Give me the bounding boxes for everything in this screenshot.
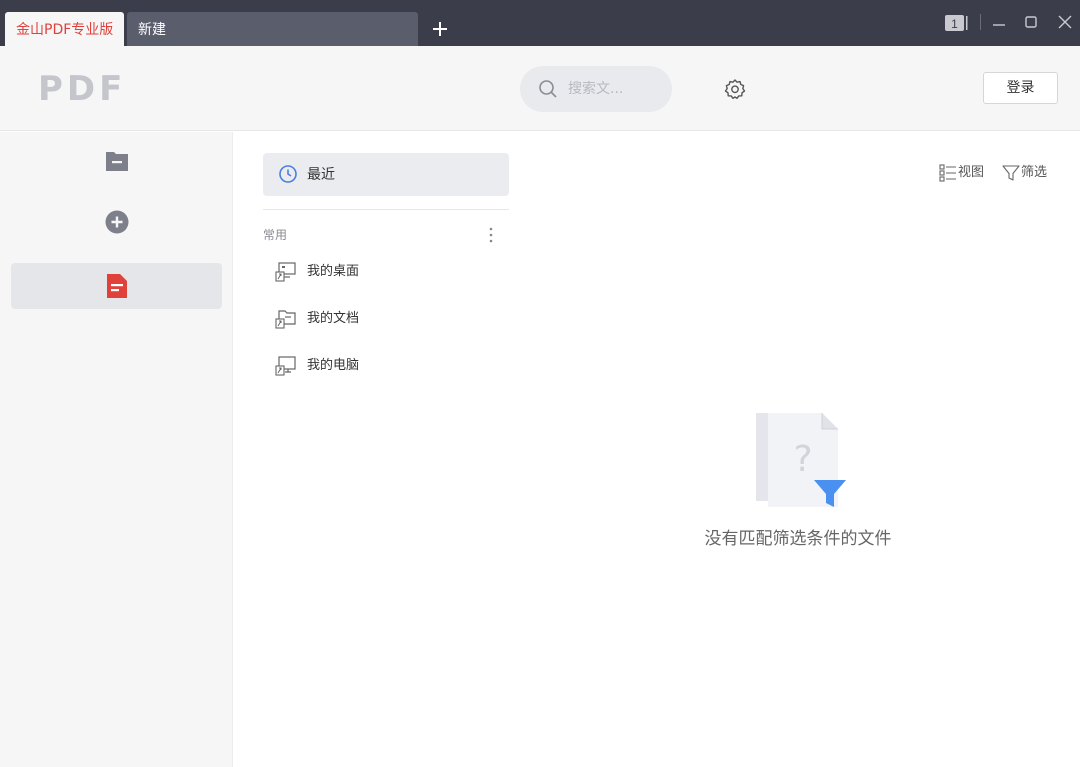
nav-section-label: 常用 — [263, 228, 288, 242]
sidebar — [0, 132, 233, 767]
nav-item-documents[interactable]: 我的文档 — [263, 302, 509, 336]
nav-divider — [263, 209, 509, 210]
pdf-logo: PDF — [38, 72, 126, 104]
filter-label: 筛选 — [1021, 165, 1048, 180]
list-view-icon — [939, 164, 956, 182]
add-tab-icon[interactable] — [428, 17, 452, 41]
tab-new[interactable]: 新建 — [127, 12, 418, 46]
minimize-icon[interactable] — [990, 13, 1008, 31]
sidebar-item-new[interactable] — [11, 199, 222, 245]
sidebar-item-pdf[interactable] — [11, 263, 222, 309]
maximize-icon[interactable] — [1022, 13, 1040, 31]
svg-text:?: ? — [793, 439, 812, 480]
view-button[interactable]: 视图 — [939, 162, 989, 184]
empty-state-message: 没有匹配筛选条件的文件 — [704, 529, 892, 549]
window-controls-separator — [980, 14, 981, 30]
pdf-document-icon — [107, 274, 127, 298]
nav-item-computer[interactable]: 我的电脑 — [263, 349, 509, 383]
plus-circle-icon — [105, 210, 129, 234]
title-bar: 金山PDF专业版 新建 1 — [0, 0, 1080, 46]
clock-icon — [279, 165, 297, 183]
gear-icon[interactable] — [723, 77, 747, 101]
desktop-icon — [275, 262, 296, 282]
documents-folder-icon — [275, 310, 296, 329]
more-options-icon[interactable] — [484, 224, 498, 246]
search-placeholder: 搜索文... — [568, 81, 624, 97]
folder-icon — [106, 152, 128, 171]
nav-desktop-label: 我的桌面 — [307, 264, 360, 279]
nav-recent-label: 最近 — [307, 167, 335, 183]
nav-item-recent[interactable]: 最近 — [263, 153, 509, 196]
nav-computer-label: 我的电脑 — [307, 358, 360, 373]
tab-kingsoft-pdf[interactable]: 金山PDF专业版 — [5, 12, 124, 46]
svg-text:PDF: PDF — [38, 72, 126, 104]
close-icon[interactable] — [1056, 13, 1074, 31]
nav-documents-label: 我的文档 — [307, 311, 360, 326]
empty-file-filter-icon: ? — [756, 413, 846, 507]
nav-item-desktop[interactable]: 我的桌面 — [263, 255, 509, 289]
filter-icon — [1002, 165, 1020, 181]
window-count-text: 1 — [951, 17, 958, 31]
app-header: PDF 搜索文... 登录 — [0, 46, 1080, 131]
login-button[interactable]: 登录 — [983, 72, 1058, 104]
window-count-badge[interactable]: 1 — [945, 14, 969, 32]
search-icon — [539, 80, 557, 98]
filter-button[interactable]: 筛选 — [1002, 162, 1052, 184]
search-input[interactable]: 搜索文... — [520, 66, 672, 112]
sidebar-item-files[interactable] — [11, 138, 222, 184]
view-label: 视图 — [958, 165, 985, 180]
computer-icon — [275, 356, 296, 376]
